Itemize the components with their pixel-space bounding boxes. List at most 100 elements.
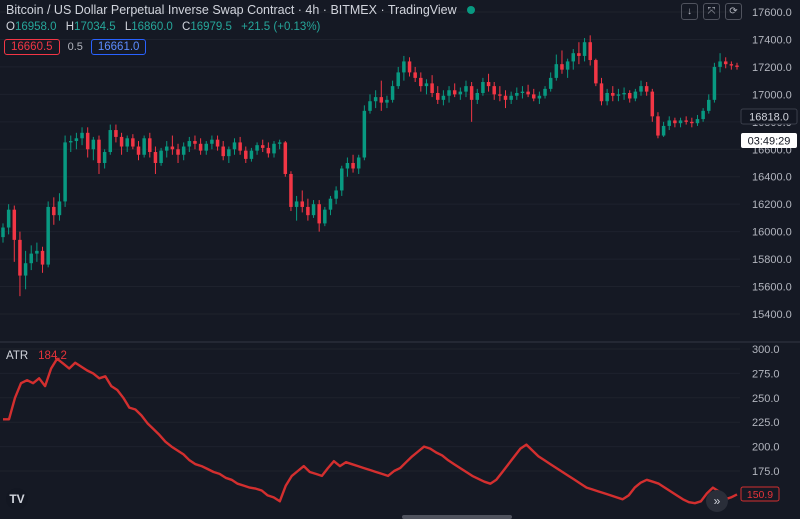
candle[interactable] xyxy=(131,134,135,150)
candle[interactable] xyxy=(599,77,604,106)
candle[interactable] xyxy=(142,135,146,158)
candle[interactable] xyxy=(633,88,638,102)
candle[interactable] xyxy=(639,80,643,96)
candle[interactable] xyxy=(317,200,321,232)
candlestick-series[interactable] xyxy=(1,35,739,297)
candle[interactable] xyxy=(221,141,225,161)
candle[interactable] xyxy=(492,82,496,100)
candle[interactable] xyxy=(266,142,271,158)
candle[interactable] xyxy=(424,79,429,95)
candle[interactable] xyxy=(108,124,113,155)
candle[interactable] xyxy=(452,83,457,98)
candle[interactable] xyxy=(323,206,327,227)
candle[interactable] xyxy=(136,141,141,161)
scroll-to-realtime-icon[interactable]: » xyxy=(706,490,728,512)
candle[interactable] xyxy=(407,57,412,77)
candle[interactable] xyxy=(650,88,655,122)
atr-legend[interactable]: ATR 184.2 xyxy=(6,350,67,362)
candle[interactable] xyxy=(396,66,400,89)
candle[interactable] xyxy=(577,42,581,65)
candle[interactable] xyxy=(159,147,163,166)
candle[interactable] xyxy=(520,86,525,99)
candle[interactable] xyxy=(52,197,56,225)
candle[interactable] xyxy=(735,62,739,70)
candle[interactable] xyxy=(46,201,50,268)
candle[interactable] xyxy=(531,88,536,102)
candle[interactable] xyxy=(644,82,649,96)
candle[interactable] xyxy=(114,124,118,143)
candle[interactable] xyxy=(627,90,632,103)
candle[interactable] xyxy=(238,136,242,155)
candle[interactable] xyxy=(63,135,67,207)
candle[interactable] xyxy=(306,198,310,221)
candle[interactable] xyxy=(458,87,463,100)
candle[interactable] xyxy=(503,90,508,109)
candle[interactable] xyxy=(198,138,203,155)
candle[interactable] xyxy=(441,90,446,106)
candle[interactable] xyxy=(91,136,96,161)
candle[interactable] xyxy=(729,61,734,70)
candle[interactable] xyxy=(210,135,214,150)
candle[interactable] xyxy=(622,87,626,100)
candle[interactable] xyxy=(515,87,519,100)
candle[interactable] xyxy=(430,75,434,98)
candle[interactable] xyxy=(85,127,90,158)
candle[interactable] xyxy=(385,95,389,109)
candle[interactable] xyxy=(447,86,451,103)
candle[interactable] xyxy=(554,54,559,81)
time-scrollbar[interactable] xyxy=(402,515,512,519)
candle[interactable] xyxy=(215,135,220,151)
candle[interactable] xyxy=(356,154,361,174)
chart-canvas[interactable]: 17600.017400.017200.017000.016800.016600… xyxy=(0,0,800,519)
candle[interactable] xyxy=(204,141,209,155)
candle[interactable] xyxy=(1,223,5,243)
candle[interactable] xyxy=(6,204,11,235)
candle[interactable] xyxy=(712,62,717,103)
candle[interactable] xyxy=(701,108,705,122)
candle[interactable] xyxy=(537,91,542,104)
refresh-icon[interactable]: ⟳ xyxy=(725,3,742,20)
candle[interactable] xyxy=(695,114,700,126)
atr-axis[interactable]: 300.0 275.0 250.0 225.0 200.0 175.0 xyxy=(752,344,780,478)
candle[interactable] xyxy=(526,84,530,98)
candle[interactable] xyxy=(193,135,197,150)
candle[interactable] xyxy=(164,141,169,158)
candle[interactable] xyxy=(340,165,344,196)
candle[interactable] xyxy=(294,195,299,221)
arrow-down-icon[interactable]: ↓ xyxy=(681,3,698,20)
candle[interactable] xyxy=(469,82,474,122)
candle[interactable] xyxy=(334,186,338,205)
symbol-title[interactable]: Bitcoin / US Dollar Perpetual Inverse Sw… xyxy=(6,3,457,17)
candle[interactable] xyxy=(119,132,124,155)
candle[interactable] xyxy=(40,246,45,273)
candle[interactable] xyxy=(419,72,423,92)
candle[interactable] xyxy=(362,105,367,161)
candle[interactable] xyxy=(678,117,683,128)
candle[interactable] xyxy=(594,58,598,87)
candle[interactable] xyxy=(390,80,395,103)
candle[interactable] xyxy=(311,200,316,218)
candle[interactable] xyxy=(12,205,17,262)
candle[interactable] xyxy=(379,80,384,111)
candle[interactable] xyxy=(328,195,333,216)
candle[interactable] xyxy=(543,86,547,99)
atr-name[interactable]: ATR xyxy=(6,350,28,362)
candle[interactable] xyxy=(148,132,152,158)
candle[interactable] xyxy=(605,88,609,106)
symbol-title-bar[interactable]: Bitcoin / US Dollar Perpetual Inverse Sw… xyxy=(6,3,475,17)
candle[interactable] xyxy=(80,127,84,146)
candle[interactable] xyxy=(565,58,570,78)
sell-button[interactable]: 16660.5 xyxy=(4,39,60,55)
candle[interactable] xyxy=(509,91,513,104)
candle[interactable] xyxy=(673,117,677,128)
candle[interactable] xyxy=(690,117,694,128)
candle[interactable] xyxy=(684,116,688,125)
candle[interactable] xyxy=(277,139,282,150)
candle[interactable] xyxy=(23,250,28,290)
candle[interactable] xyxy=(232,138,237,155)
candle[interactable] xyxy=(667,116,671,131)
candle[interactable] xyxy=(170,135,175,155)
candle[interactable] xyxy=(436,86,440,104)
candle[interactable] xyxy=(548,72,553,92)
candle[interactable] xyxy=(481,77,485,96)
